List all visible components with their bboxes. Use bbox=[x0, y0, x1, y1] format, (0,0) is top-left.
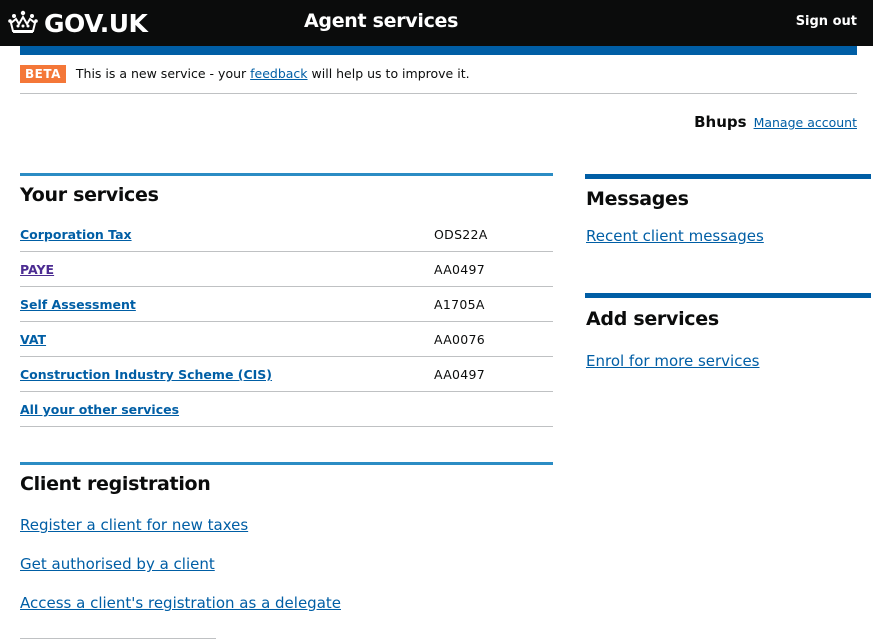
table-row: Corporation Tax ODS22A bbox=[20, 217, 553, 252]
service-link-other-services[interactable]: All your other services bbox=[20, 402, 179, 417]
client-registration-rule bbox=[20, 462, 553, 465]
service-link-cis[interactable]: Construction Industry Scheme (CIS) bbox=[20, 367, 272, 382]
register-client-link[interactable]: Register a client for new taxes bbox=[20, 516, 248, 534]
beta-message: This is a new service - your feedback wi… bbox=[76, 65, 470, 83]
messages-heading: Messages bbox=[586, 188, 689, 210]
get-authorised-link[interactable]: Get authorised by a client bbox=[20, 555, 215, 573]
header-blue-bar bbox=[20, 46, 857, 55]
service-code: AA0497 bbox=[434, 262, 486, 277]
beta-text-before: This is a new service - your bbox=[75, 66, 251, 81]
table-row: VAT AA0076 bbox=[20, 322, 553, 357]
beta-tag: BETA bbox=[20, 65, 66, 83]
table-row: All your other services bbox=[20, 392, 553, 427]
crown-icon bbox=[8, 10, 38, 33]
your-services-rule bbox=[20, 173, 553, 176]
services-table: Corporation Tax ODS22A PAYE AA0497 Self … bbox=[20, 217, 553, 427]
sign-out-link[interactable]: Sign out bbox=[796, 14, 857, 29]
logo-text: GOV.UK bbox=[44, 8, 148, 38]
delegate-access-link[interactable]: Access a client's registration as a dele… bbox=[20, 594, 341, 612]
service-link-self-assessment[interactable]: Self Assessment bbox=[20, 297, 136, 312]
service-link-paye[interactable]: PAYE bbox=[20, 262, 54, 277]
service-code: A1705A bbox=[434, 297, 485, 312]
client-registration-heading: Client registration bbox=[20, 473, 211, 495]
manage-account-link[interactable]: Manage account bbox=[754, 115, 857, 130]
service-code: AA0497 bbox=[434, 367, 486, 382]
add-services-heading: Add services bbox=[586, 308, 719, 330]
service-link-corporation-tax[interactable]: Corporation Tax bbox=[20, 227, 132, 242]
table-row: Construction Industry Scheme (CIS) AA049… bbox=[20, 357, 553, 392]
footer-divider bbox=[20, 638, 216, 639]
service-code: ODS22A bbox=[434, 227, 488, 242]
site-header: GOV.UK Agent services Sign out bbox=[0, 0, 873, 46]
messages-rule bbox=[585, 174, 871, 179]
table-row: PAYE AA0497 bbox=[20, 252, 553, 287]
govuk-logo-link[interactable]: GOV.UK bbox=[8, 8, 148, 38]
enrol-services-link[interactable]: Enrol for more services bbox=[586, 352, 760, 370]
add-services-rule bbox=[585, 293, 871, 298]
service-name[interactable]: Agent services bbox=[304, 10, 458, 32]
recent-messages-link[interactable]: Recent client messages bbox=[586, 227, 764, 245]
table-row: Self Assessment A1705A bbox=[20, 287, 553, 322]
account-bar: Bhups Manage account bbox=[694, 113, 857, 131]
service-link-vat[interactable]: VAT bbox=[20, 332, 46, 347]
beta-text-after: will help us to improve it. bbox=[307, 66, 470, 81]
account-name: Bhups bbox=[694, 113, 747, 131]
beta-banner: BETA This is a new service - your feedba… bbox=[20, 65, 857, 94]
service-code: AA0076 bbox=[434, 332, 486, 347]
your-services-heading: Your services bbox=[20, 184, 159, 206]
feedback-link[interactable]: feedback bbox=[250, 66, 307, 81]
